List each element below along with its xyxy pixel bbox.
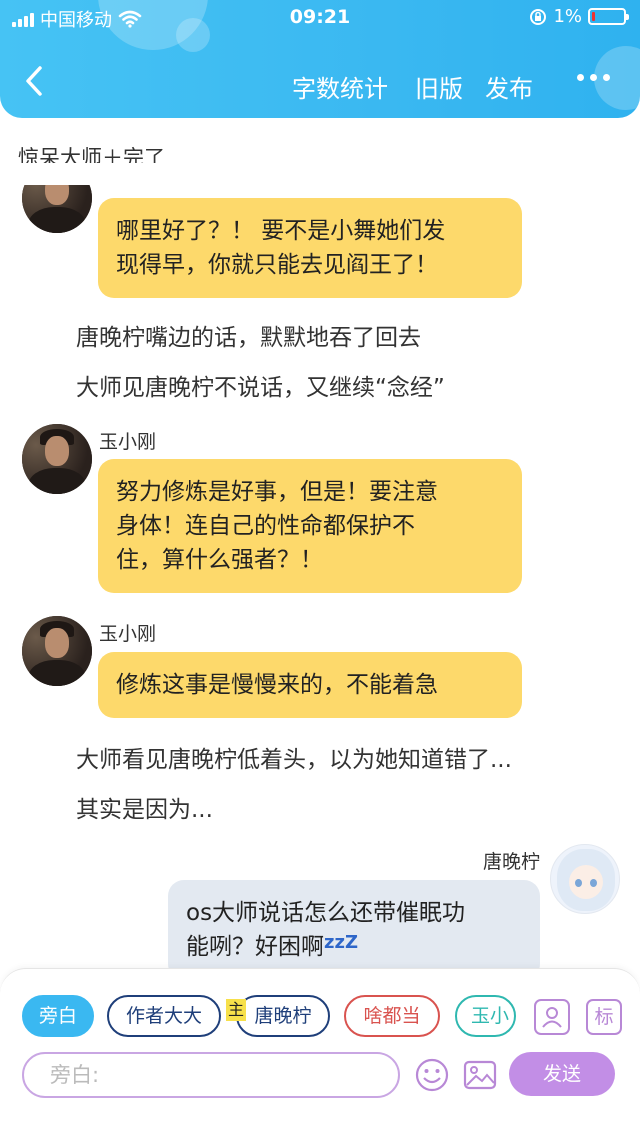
avatar[interactable]: [22, 424, 92, 494]
bubble-line: 身体！连自己的性命都保护不: [116, 513, 415, 539]
sleep-zzz-icon: zzZ: [324, 932, 359, 953]
back-arrow-icon[interactable]: [20, 64, 50, 98]
speaker-name: 唐晚柠: [482, 851, 540, 873]
character-icon[interactable]: [534, 999, 570, 1035]
role-chip-tang[interactable]: 唐晚柠: [236, 995, 330, 1037]
mark-icon[interactable]: 标: [586, 999, 622, 1035]
role-chip-yu[interactable]: 玉小刚: [455, 995, 516, 1037]
narration-text: 其实是因为...: [76, 797, 213, 823]
narration-text: 大师见唐晚柠不说话，又继续“念经”: [76, 375, 445, 401]
image-icon[interactable]: [462, 1057, 498, 1093]
speaker-name: 玉小刚: [99, 431, 157, 453]
battery-percent: 1%: [553, 6, 582, 27]
role-chip-author[interactable]: 作者大大: [107, 995, 221, 1037]
role-chip-narrator[interactable]: 旁白: [22, 995, 94, 1037]
nav-bar: 字数统计 旧版 发布: [0, 50, 640, 114]
role-chip-any[interactable]: 啥都当: [344, 995, 440, 1037]
avatar[interactable]: [550, 844, 620, 914]
rotation-lock-icon: [530, 8, 547, 25]
emoji-icon[interactable]: [414, 1057, 450, 1093]
avatar[interactable]: [22, 616, 92, 686]
compose-panel: 旁白 作者大大 唐晚柠 主 啥都当 玉小刚 标 旁白: 发送: [0, 968, 640, 1139]
battery-icon: [588, 8, 629, 25]
bubble-line: 能咧？好困啊: [186, 934, 324, 960]
publish-button[interactable]: 发布: [485, 69, 533, 104]
more-icon[interactable]: [577, 74, 610, 81]
word-count-button[interactable]: 字数统计: [292, 69, 388, 104]
protagonist-badge: 主: [226, 999, 246, 1021]
message-bubble[interactable]: os大师说话怎么还带催眠功 能咧？好困啊zzZ: [168, 880, 540, 980]
bubble-line: 住，算什么强者？！: [116, 547, 323, 573]
speaker-name: 玉小刚: [99, 623, 157, 645]
send-button[interactable]: 发送: [509, 1052, 615, 1096]
old-version-button[interactable]: 旧版: [415, 69, 463, 104]
bubble-line: 修炼这事是慢慢来的，不能着急: [116, 672, 438, 698]
narration-text: 唐晚柠嘴边的话，默默地吞了回去: [76, 325, 421, 351]
bubble-line: 现得早，你就只能去见阎王了！: [116, 252, 438, 278]
bubble-line: 努力修炼是好事，但是！要注意: [116, 479, 438, 505]
bubble-line: os大师说话怎么还带催眠功: [186, 900, 466, 926]
scroll-mask: [0, 163, 640, 185]
status-bar: 中国移动 09:21 1%: [0, 0, 640, 36]
message-input[interactable]: 旁白:: [22, 1052, 400, 1098]
narration-text: 大师看见唐晚柠低着头，以为她知道错了...: [76, 747, 512, 773]
message-bubble[interactable]: 努力修炼是好事，但是！要注意 身体！连自己的性命都保护不 住，算什么强者？！: [98, 459, 522, 593]
bubble-line: 哪里好了？！ 要不是小舞她们发: [116, 218, 446, 244]
message-bubble[interactable]: 哪里好了？！ 要不是小舞她们发 现得早，你就只能去见阎王了！: [98, 198, 522, 298]
app-header: 中国移动 09:21 1% 字数统计 旧版 发布: [0, 0, 640, 118]
message-bubble[interactable]: 修炼这事是慢慢来的，不能着急: [98, 652, 522, 718]
